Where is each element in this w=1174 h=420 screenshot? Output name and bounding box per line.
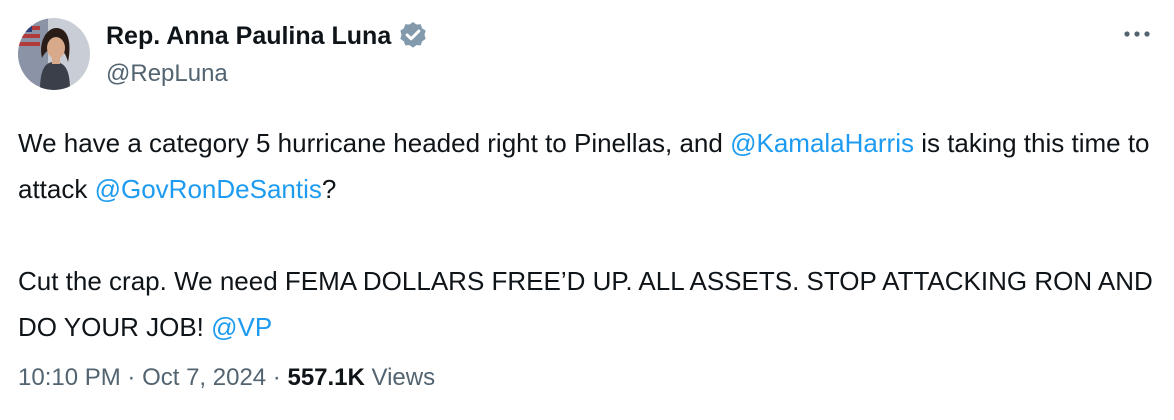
tweet-date[interactable]: Oct 7, 2024 (142, 364, 266, 392)
author-handle[interactable]: @RepLuna (106, 60, 228, 88)
author-display-name[interactable]: Rep. Anna Paulina Luna (106, 22, 391, 51)
mention-vp[interactable]: @VP (211, 312, 272, 342)
tweet-card: Rep. Anna Paulina Luna @RepLuna We have … (0, 0, 1174, 420)
tweet-time[interactable]: 10:10 PM (18, 364, 121, 392)
tweet-text-segment: ? (321, 174, 337, 204)
tweet-text-segment: Cut the crap. We need FEMA DOLLARS FREE’… (18, 266, 1153, 342)
avatar-image (18, 18, 90, 90)
views-label: Views (364, 364, 436, 391)
tweet-paragraph-2: Cut the crap. We need FEMA DOLLARS FREE’… (18, 258, 1158, 350)
avatar[interactable] (18, 18, 90, 90)
verified-badge-icon[interactable] (397, 20, 429, 52)
tweet-text: We have a category 5 hurricane headed ri… (18, 120, 1158, 350)
more-options-icon[interactable] (1122, 24, 1152, 44)
meta-separator: · (266, 364, 288, 391)
author-name-row: Rep. Anna Paulina Luna (106, 20, 429, 52)
meta-separator: · (120, 364, 143, 391)
tweet-text-segment: We have a category 5 hurricane headed ri… (18, 128, 731, 158)
views-count[interactable]: 557.1K (287, 364, 364, 392)
tweet-paragraph-1: We have a category 5 hurricane headed ri… (18, 120, 1158, 212)
mention-govrondesantis[interactable]: @GovRonDeSantis (95, 174, 322, 204)
mention-kamalaharris[interactable]: @KamalaHarris (730, 128, 914, 158)
tweet-metadata: 10:10 PM · Oct 7, 2024 · 557.1K Views (18, 364, 435, 392)
